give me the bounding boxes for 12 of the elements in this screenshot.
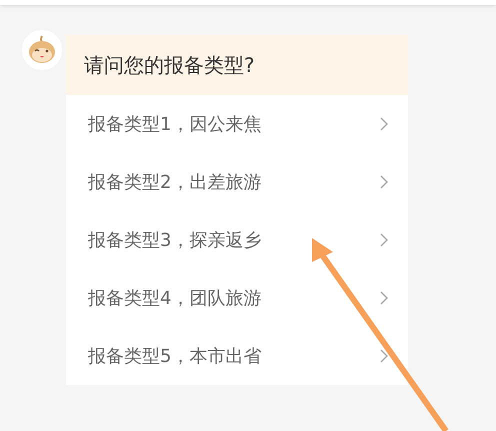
option-item[interactable]: 报备类型2，出差旅游 xyxy=(66,153,408,211)
option-item[interactable]: 报备类型4，团队旅游 xyxy=(66,269,408,327)
chevron-right-icon xyxy=(380,349,388,363)
chevron-right-icon xyxy=(380,175,388,189)
option-item[interactable]: 报备类型3，探亲返乡 xyxy=(66,211,408,269)
chevron-right-icon xyxy=(380,117,388,131)
option-item[interactable]: 报备类型5，本市出省 xyxy=(66,327,408,385)
chevron-right-icon xyxy=(380,291,388,305)
question-text: 请问您的报备类型? xyxy=(84,52,255,79)
chevron-right-icon xyxy=(380,233,388,247)
option-item[interactable]: 报备类型1，因公来焦 xyxy=(66,95,408,153)
mascot-avatar-icon xyxy=(22,30,62,70)
